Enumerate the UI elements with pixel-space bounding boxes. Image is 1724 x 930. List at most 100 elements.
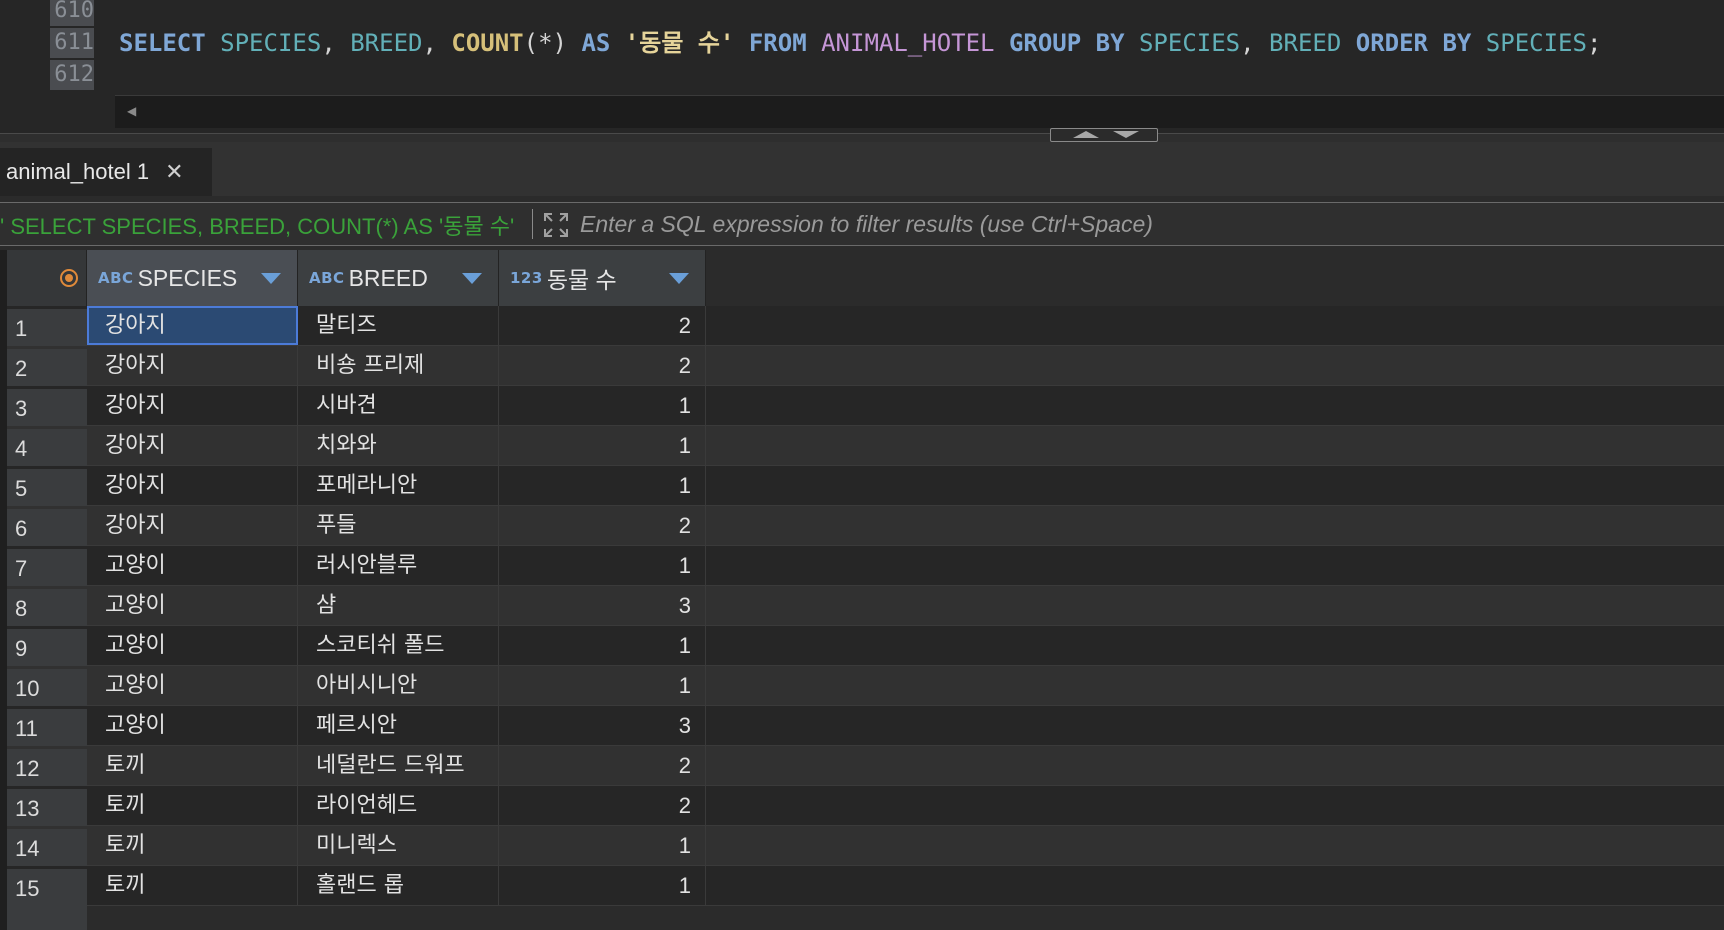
row-number[interactable]: 12: [7, 749, 87, 788]
row-number[interactable]: 5: [7, 469, 87, 508]
cell-species[interactable]: 강아지: [87, 466, 298, 505]
cell-species[interactable]: 강아지: [87, 346, 298, 385]
row-number[interactable]: 6: [7, 509, 87, 548]
row-selector-header[interactable]: [7, 250, 87, 306]
cell-count[interactable]: 2: [499, 746, 706, 785]
cell-count[interactable]: 1: [499, 546, 706, 585]
sql-code-line[interactable]: SELECT SPECIES, BREED, COUNT(*) AS '동물 수…: [119, 27, 1601, 59]
active-query-label: ' SELECT SPECIES, BREED, COUNT(*) AS '동물…: [0, 214, 515, 239]
cell-count[interactable]: 2: [499, 306, 706, 345]
editor-horizontal-scrollbar[interactable]: ◀: [115, 95, 1724, 128]
line-number: 612: [50, 60, 94, 90]
filter-expression-input[interactable]: [578, 205, 1722, 243]
table-row[interactable]: 5 강아지 포메라니안 1: [7, 466, 1724, 508]
table-row[interactable]: 11 고양이 페르시안 3: [7, 706, 1724, 748]
cell-count[interactable]: 1: [499, 866, 706, 905]
table-row[interactable]: 2 강아지 비숑 프리제 2: [7, 346, 1724, 388]
table-row[interactable]: 10 고양이 아비시니안 1: [7, 666, 1724, 708]
table-row[interactable]: 1 강아지 말티즈 2: [7, 306, 1724, 348]
cell-breed[interactable]: 말티즈: [298, 306, 499, 345]
collapse-down-icon[interactable]: [1113, 131, 1139, 138]
row-number[interactable]: 8: [7, 589, 87, 628]
sort-icon[interactable]: [669, 273, 689, 284]
cell-breed[interactable]: 홀랜드 롭: [298, 866, 499, 905]
row-number[interactable]: 9: [7, 629, 87, 668]
cell-breed[interactable]: 시바견: [298, 386, 499, 425]
cell-breed[interactable]: 푸들: [298, 506, 499, 545]
column-header-count[interactable]: 123 동물 수: [499, 250, 706, 306]
cell-breed[interactable]: 스코티쉬 폴드: [298, 626, 499, 665]
cell-species[interactable]: 강아지: [87, 306, 298, 345]
cell-species[interactable]: 토끼: [87, 866, 298, 905]
cell-species[interactable]: 토끼: [87, 826, 298, 865]
row-number[interactable]: 13: [7, 789, 87, 828]
column-header-label: BREED: [348, 264, 428, 291]
cell-species[interactable]: 고양이: [87, 586, 298, 625]
cell-breed[interactable]: 아비시니안: [298, 666, 499, 705]
results-grid[interactable]: ABC SPECIES ABC BREED 123 동물 수 1 강아지 말티즈…: [0, 250, 1724, 930]
sort-icon[interactable]: [261, 273, 281, 284]
row-number[interactable]: 3: [7, 389, 87, 428]
cell-count[interactable]: 2: [499, 346, 706, 385]
cell-species[interactable]: 토끼: [87, 746, 298, 785]
table-row[interactable]: 13 토끼 라이언헤드 2: [7, 786, 1724, 828]
cell-count[interactable]: 1: [499, 386, 706, 425]
tab-animal-hotel[interactable]: animal_hotel 1 ✕: [0, 148, 212, 196]
row-number[interactable]: 14: [7, 829, 87, 868]
close-icon[interactable]: ✕: [165, 160, 183, 185]
column-header-species[interactable]: ABC SPECIES: [87, 250, 298, 306]
row-number[interactable]: 4: [7, 429, 87, 468]
grid-edge: [0, 250, 7, 930]
cell-species[interactable]: 강아지: [87, 506, 298, 545]
row-number[interactable]: 2: [7, 349, 87, 388]
table-row[interactable]: 3 강아지 시바견 1: [7, 386, 1724, 428]
sort-icon[interactable]: [462, 273, 482, 284]
cell-breed[interactable]: 포메라니안: [298, 466, 499, 505]
cell-breed[interactable]: 비숑 프리제: [298, 346, 499, 385]
cell-count[interactable]: 2: [499, 506, 706, 545]
splitter-handle[interactable]: [1050, 128, 1158, 142]
row-number[interactable]: 7: [7, 549, 87, 588]
cell-count[interactable]: 1: [499, 466, 706, 505]
table-row[interactable]: 8 고양이 샴 3: [7, 586, 1724, 628]
cell-count[interactable]: 1: [499, 626, 706, 665]
cell-breed[interactable]: 라이언헤드: [298, 786, 499, 825]
row-number[interactable]: 10: [7, 669, 87, 708]
cell-breed[interactable]: 네덜란드 드워프: [298, 746, 499, 785]
code-token: SPECIES: [1485, 29, 1587, 57]
cell-count[interactable]: 3: [499, 706, 706, 745]
cell-breed[interactable]: 러시안블루: [298, 546, 499, 585]
cell-species[interactable]: 고양이: [87, 706, 298, 745]
cell-species[interactable]: 고양이: [87, 546, 298, 585]
expand-icon[interactable]: [542, 211, 570, 239]
cell-species[interactable]: 강아지: [87, 386, 298, 425]
cell-count[interactable]: 3: [499, 586, 706, 625]
cell-count[interactable]: 1: [499, 666, 706, 705]
table-row[interactable]: 12 토끼 네덜란드 드워프 2: [7, 746, 1724, 788]
row-number[interactable]: 11: [7, 709, 87, 748]
row-number[interactable]: 1: [7, 309, 87, 348]
cell-species[interactable]: 고양이: [87, 666, 298, 705]
table-row[interactable]: 4 강아지 치와와 1: [7, 426, 1724, 468]
scroll-left-arrow-icon[interactable]: ◀: [127, 104, 136, 118]
cell-breed[interactable]: 미니렉스: [298, 826, 499, 865]
table-row[interactable]: 6 강아지 푸들 2: [7, 506, 1724, 548]
cell-breed[interactable]: 샴: [298, 586, 499, 625]
table-row[interactable]: 15 토끼 홀랜드 롭 1: [7, 866, 1724, 908]
sql-editor[interactable]: 610 611 612 SELECT SPECIES, BREED, COUNT…: [0, 0, 1724, 133]
cell-breed[interactable]: 페르시안: [298, 706, 499, 745]
table-row[interactable]: 9 고양이 스코티쉬 폴드 1: [7, 626, 1724, 668]
row-number[interactable]: 15: [7, 869, 87, 908]
cell-breed[interactable]: 치와와: [298, 426, 499, 465]
select-all-icon[interactable]: [60, 269, 78, 287]
column-header-breed[interactable]: ABC BREED: [298, 250, 499, 306]
expand-up-icon[interactable]: [1073, 131, 1099, 138]
cell-species[interactable]: 고양이: [87, 626, 298, 665]
cell-count[interactable]: 1: [499, 426, 706, 465]
table-row[interactable]: 7 고양이 러시안블루 1: [7, 546, 1724, 588]
cell-count[interactable]: 2: [499, 786, 706, 825]
table-row[interactable]: 14 토끼 미니렉스 1: [7, 826, 1724, 868]
cell-count[interactable]: 1: [499, 826, 706, 865]
cell-species[interactable]: 토끼: [87, 786, 298, 825]
cell-species[interactable]: 강아지: [87, 426, 298, 465]
